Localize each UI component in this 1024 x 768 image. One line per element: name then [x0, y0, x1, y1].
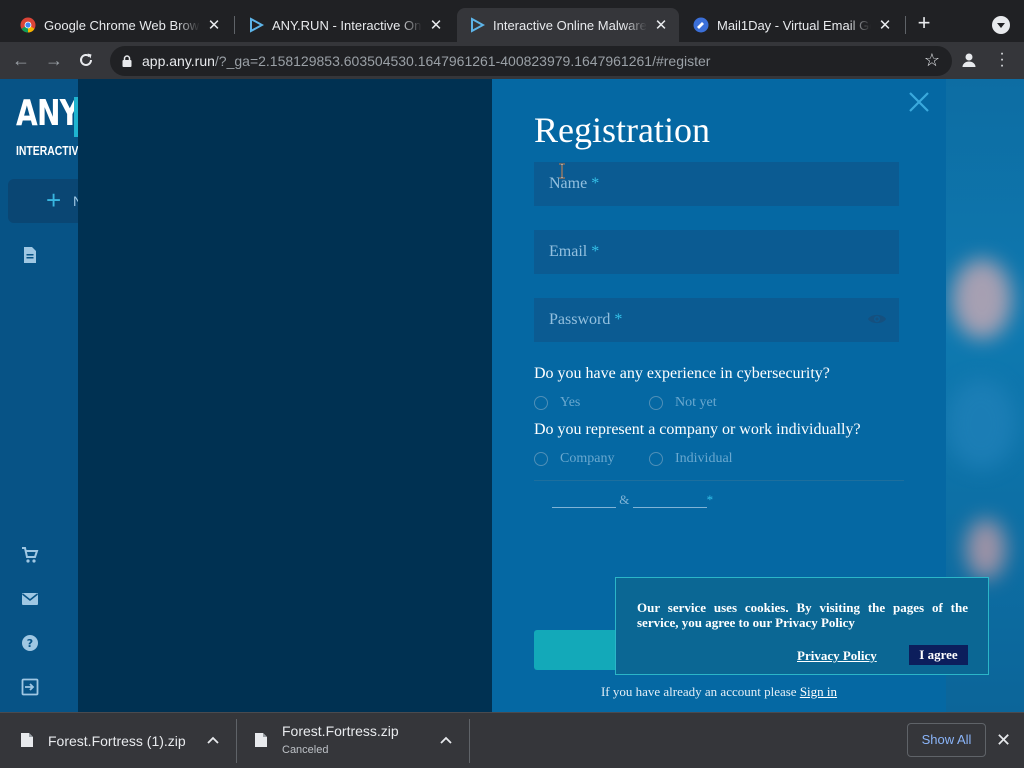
tab-close-icon[interactable]: ✕ [428, 16, 444, 34]
email-input[interactable]: Email * [534, 230, 899, 274]
document-icon[interactable] [21, 246, 39, 264]
signin-prompt: If you have already an account please Si… [600, 684, 838, 699]
browser-toolbar: ← → app.any.run/?_ga=2.158129853.6035045… [0, 42, 1024, 79]
download-separator [469, 719, 470, 763]
forward-arrow-icon[interactable]: → [42, 48, 66, 72]
radio-individual[interactable]: Individual [649, 451, 733, 467]
profile-icon[interactable] [960, 51, 978, 69]
radio-yes[interactable]: Yes [534, 395, 580, 411]
kebab-menu-icon[interactable]: · · · [996, 46, 1008, 74]
name-input[interactable]: Name * [534, 162, 899, 206]
privacy-link[interactable] [632, 496, 707, 508]
logo-subtitle: INTERACTIVE [16, 143, 86, 158]
tab-anyrun[interactable]: ANY.RUN - Interactive Online Malware San… [236, 8, 454, 42]
cookie-banner: Our service uses cookies. By visiting th… [615, 577, 989, 675]
chevron-up-icon[interactable] [440, 735, 452, 745]
tab-title: Interactive Online Malware Analysis [493, 17, 647, 33]
chrome-icon [20, 17, 36, 33]
file-icon [21, 733, 33, 747]
tab-separator [905, 16, 906, 34]
chevron-up-icon[interactable] [207, 735, 219, 745]
close-icon[interactable]: ✕ [996, 731, 1011, 749]
reload-icon[interactable] [74, 48, 98, 72]
signin-link[interactable]: Sign in [800, 684, 837, 699]
page-viewport: ANY INTERACTIVE + N ? Registration Name … [0, 79, 1024, 712]
download-status: Canceled [282, 744, 329, 756]
company-question: Do you represent a company or work indiv… [534, 421, 861, 438]
download-item[interactable]: Forest.Fortress.zip Canceled [234, 713, 470, 768]
download-item[interactable]: Forest.Fortress (1).zip [0, 713, 236, 768]
registration-title: Registration [534, 110, 710, 150]
new-task-button[interactable]: + N [8, 179, 83, 223]
anyrun-icon [248, 17, 264, 33]
tab-close-icon[interactable]: ✕ [653, 16, 669, 34]
download-filename: Forest.Fortress.zip [282, 723, 399, 739]
text-cursor-icon [559, 163, 565, 179]
modal-backdrop[interactable] [78, 79, 492, 712]
plus-icon: + [46, 185, 62, 215]
bookmark-star-icon[interactable]: ☆ [924, 50, 940, 71]
experience-question: Do you have any experience in cybersecur… [534, 365, 830, 382]
terms-link[interactable] [552, 496, 616, 508]
tab-chrome[interactable]: Google Chrome Web Browser ✕ [8, 8, 232, 42]
file-icon [255, 733, 267, 747]
close-icon[interactable] [908, 91, 930, 113]
url-text: app.any.run/?_ga=2.158129853.603504530.1… [142, 53, 711, 69]
download-filename: Forest.Fortress (1).zip [48, 733, 186, 749]
i-agree-button[interactable]: I agree [909, 645, 968, 665]
privacy-policy-link[interactable]: Privacy Policy [797, 648, 877, 664]
tab-search-icon[interactable] [992, 16, 1010, 34]
new-tab-button[interactable]: + [912, 12, 936, 36]
address-bar[interactable]: app.any.run/?_ga=2.158129853.603504530.1… [110, 46, 952, 76]
app-sidebar: ANY INTERACTIVE + N ? [0, 79, 85, 712]
mail1day-icon [693, 17, 709, 33]
radio-not-yet[interactable]: Not yet [649, 395, 717, 411]
form-divider [534, 480, 904, 481]
back-arrow-icon[interactable]: ← [9, 48, 33, 72]
show-all-button[interactable]: Show All [907, 723, 986, 757]
help-icon[interactable]: ? [21, 634, 39, 652]
logout-icon[interactable] [21, 678, 39, 696]
eye-icon[interactable] [867, 312, 887, 326]
terms-agreement[interactable]: & * [552, 492, 713, 508]
mail-icon[interactable] [21, 590, 39, 608]
tab-close-icon[interactable]: ✕ [206, 16, 222, 34]
downloads-bar: Forest.Fortress (1).zip Forest.Fortress.… [0, 712, 1024, 768]
cart-icon[interactable] [21, 546, 39, 564]
lock-icon [122, 55, 132, 67]
tab-analysis-active[interactable]: Interactive Online Malware Analysis ✕ [457, 8, 679, 42]
tab-close-icon[interactable]: ✕ [877, 16, 893, 34]
tab-separator [234, 16, 235, 34]
tab-title: Mail1Day - Virtual Email Generator [717, 17, 871, 33]
password-input[interactable]: Password * [534, 298, 899, 342]
anyrun-icon [469, 17, 485, 33]
radio-company[interactable]: Company [534, 451, 614, 467]
tab-mail1day[interactable]: Mail1Day - Virtual Email Generator ✕ [681, 8, 903, 42]
tab-strip: Google Chrome Web Browser ✕ ANY.RUN - In… [0, 0, 1024, 42]
cookie-text: Our service uses cookies. By visiting th… [637, 600, 968, 630]
anyrun-logo: ANY [16, 93, 80, 134]
tab-title: ANY.RUN - Interactive Online Malware San… [272, 17, 422, 33]
svg-text:?: ? [27, 637, 33, 650]
tab-title: Google Chrome Web Browser [44, 17, 200, 33]
